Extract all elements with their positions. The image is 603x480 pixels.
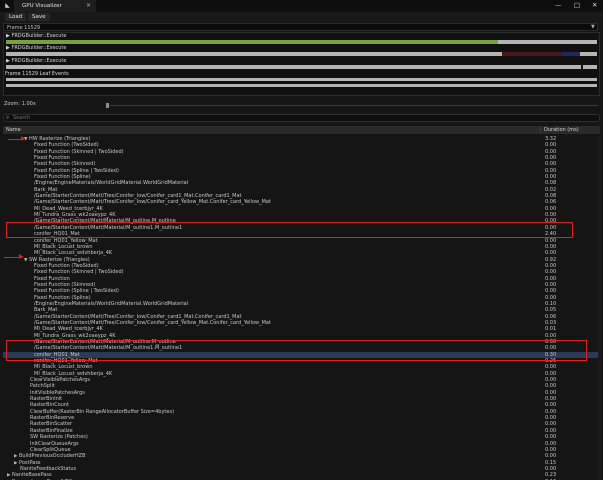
row-label: /Game/StarterContent/Matt/Tree/Conifer_l… bbox=[34, 199, 271, 206]
row-label: MI_Black_Locust_wdvhberja_4K bbox=[34, 250, 113, 257]
timeline-bar[interactable] bbox=[6, 84, 597, 87]
timeline-bar[interactable] bbox=[498, 40, 597, 44]
row-label: Fixed Function (TwoSided) bbox=[34, 262, 99, 269]
row-label: NaniteBasePass bbox=[12, 472, 52, 479]
minimize-icon[interactable]: — bbox=[555, 1, 562, 9]
maximize-icon[interactable]: □ bbox=[574, 1, 580, 9]
scrollbar[interactable] bbox=[598, 136, 601, 480]
arrow-head-icon: ▶ bbox=[19, 253, 24, 260]
search-placeholder: Search bbox=[13, 115, 31, 121]
row-label: BuildPreviousOccluderHZB bbox=[19, 453, 86, 460]
row-label: Fixed Function (Skinned) bbox=[34, 281, 96, 288]
row-label: PostPass bbox=[19, 459, 41, 466]
row-label: Fixed Function (Skinned | TwoSided) bbox=[34, 148, 124, 155]
row-label: HW Rasterize (Triangles) bbox=[29, 136, 91, 142]
row-label: MI_Black_Locust_brown bbox=[34, 364, 93, 371]
row-label: conifer_HQ01_Yellow_Mat bbox=[34, 237, 98, 244]
row-label: RasterBinScatter bbox=[30, 421, 73, 428]
event-tree: ▼ HW Rasterize (Triangles) 3.32 Fixed Funct… bbox=[3, 136, 600, 480]
table-header bbox=[3, 126, 600, 134]
save-button[interactable]: Save bbox=[28, 13, 50, 21]
column-divider[interactable] bbox=[540, 126, 541, 134]
toolbar bbox=[0, 12, 603, 23]
timeline-bar[interactable] bbox=[6, 65, 581, 69]
timeline-group-1[interactable]: ▶ FRDGBuilder::Execute bbox=[6, 33, 66, 39]
zoom-slider-handle[interactable] bbox=[106, 103, 109, 108]
row-label: /Game/StarterContent/Matt/Tree/Conifer_l… bbox=[34, 313, 242, 320]
column-header-duration[interactable]: Duration (ms) bbox=[544, 127, 579, 133]
row-label: ClearBuffer(RasterBin RangeAllocatorBuff… bbox=[30, 408, 175, 415]
row-label: Fixed Function (Spline) bbox=[34, 174, 91, 181]
row-label: /Engine/EngineMaterials/WorldGridMateria… bbox=[34, 180, 189, 187]
row-label: /Game/StarterContent/Matt/Tree/Conifer_l… bbox=[34, 319, 271, 326]
row-label: Bark_Mat bbox=[34, 307, 58, 314]
row-label: MI_Black_Locust_brown bbox=[34, 243, 93, 250]
row-label: InitClearQueueArgs bbox=[30, 440, 79, 447]
row-label: MI_Tundra_Grass_wk2oaeypz_4K bbox=[34, 212, 116, 219]
timeline-group-2[interactable]: ▶ FRDGBuilder::Execute bbox=[6, 45, 66, 51]
load-button[interactable]: Load bbox=[5, 13, 27, 21]
row-label: RasterBinInit bbox=[30, 396, 63, 403]
timeline-group-label: FRDGBuilder::Execute bbox=[11, 33, 67, 39]
timeline-bar[interactable] bbox=[583, 65, 597, 69]
row-label: Fixed Function (Skinned | TwoSided) bbox=[34, 269, 124, 276]
close-icon[interactable]: ✕ bbox=[592, 1, 597, 9]
search-icon: ⌕ bbox=[6, 114, 10, 121]
row-label: Fixed Function (Spline) bbox=[34, 294, 91, 301]
row-label: MI_Dead_Weed_tcerbjyr_4K bbox=[34, 205, 103, 212]
row-label: MI_Black_Locust_wdvhberja_4K bbox=[34, 370, 113, 377]
timeline-bar[interactable] bbox=[6, 40, 498, 44]
timeline-group-label: FRDGBuilder::Execute bbox=[11, 45, 67, 51]
row-label: Fixed Function bbox=[34, 275, 70, 282]
row-label: RasterBinFinalize bbox=[30, 427, 73, 434]
timeline-bar[interactable] bbox=[502, 52, 562, 56]
row-label: Fixed Function (TwoSided) bbox=[34, 142, 99, 149]
row-label: /Game/StarterContent/Matt/Tree/Conifer_l… bbox=[34, 193, 242, 200]
row-label: MI_Tundra_Grass_wk2oaeypz_4K bbox=[34, 332, 116, 339]
leaf-events-label: Frame 11529 Leaf Events bbox=[5, 71, 69, 77]
highlight-box bbox=[6, 222, 573, 238]
row-label: RasterBinReserve bbox=[30, 415, 75, 422]
row-label: Fixed Function (Spline | TwoSided) bbox=[34, 288, 119, 295]
row-label: MI_Dead_Weed_tcerbjyr_4K bbox=[34, 326, 103, 333]
row-label: Fixed Function bbox=[34, 155, 70, 162]
timeline-group-label: FRDGBuilder::Execute bbox=[11, 58, 67, 64]
timeline-bar[interactable] bbox=[6, 78, 597, 81]
app-icon: ◣ bbox=[5, 2, 10, 9]
highlight-box bbox=[6, 340, 587, 361]
zoom-slider[interactable] bbox=[108, 105, 598, 106]
window-title: GPU Visualizer bbox=[22, 3, 62, 9]
chevron-down-icon[interactable]: ▼ bbox=[591, 24, 595, 30]
row-label: /Engine/EngineMaterials/WorldGridMateria… bbox=[34, 300, 189, 307]
row-label: InitVisiblePatchesArgs bbox=[30, 389, 85, 396]
column-header-name[interactable]: Name bbox=[6, 127, 21, 133]
row-label: NaniteFeedbackStatus bbox=[20, 465, 77, 472]
timeline-bar[interactable] bbox=[6, 52, 502, 56]
timeline-group-3[interactable]: ▶ FRDGBuilder::Execute bbox=[6, 58, 66, 64]
row-label: Fixed Function (Spline | TwoSided) bbox=[34, 167, 119, 174]
timeline-bar[interactable] bbox=[580, 52, 597, 56]
row-label: RasterBinCount bbox=[30, 402, 69, 409]
search-input[interactable] bbox=[3, 114, 600, 122]
row-label: PatchSplit bbox=[30, 383, 55, 390]
row-label: ClearVisiblePatchesArgs bbox=[30, 377, 90, 384]
frame-selector[interactable]: Frame 11529 bbox=[3, 23, 598, 31]
arrow-head-icon: ▶ bbox=[21, 135, 26, 142]
tab-close-icon[interactable]: × bbox=[86, 2, 91, 9]
row-label: SW Rasterize (Patches) bbox=[30, 434, 88, 441]
zoom-row bbox=[0, 100, 603, 108]
row-label: Fixed Function (Skinned) bbox=[34, 161, 96, 168]
row-label: Bark_Mat bbox=[34, 186, 58, 193]
row-label: SW Rasterize (Triangles) bbox=[29, 256, 90, 263]
zoom-label: Zoom: 1.00x bbox=[4, 101, 36, 107]
row-label: ClearSplitQueue bbox=[30, 446, 71, 453]
timeline-bar[interactable] bbox=[562, 52, 580, 56]
